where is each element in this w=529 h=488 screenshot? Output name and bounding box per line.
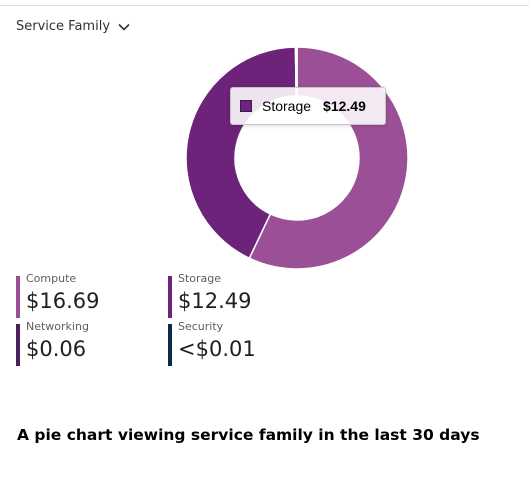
- legend-label: Networking: [26, 320, 89, 333]
- legend-color-bar: [168, 324, 172, 366]
- legend-item-compute[interactable]: Compute $16.69: [16, 272, 100, 318]
- legend-value: $16.69: [26, 289, 100, 313]
- chart-caption: A pie chart viewing service family in th…: [17, 426, 480, 444]
- legend-item-security[interactable]: Security <$0.01: [168, 320, 256, 366]
- legend-label: Security: [178, 320, 224, 333]
- legend-color-bar: [16, 324, 20, 366]
- tooltip-swatch: [240, 100, 252, 112]
- legend-label: Compute: [26, 272, 77, 285]
- legend-value: $12.49: [178, 289, 252, 313]
- legend-color-bar: [168, 276, 172, 318]
- legend-color-bar: [16, 276, 20, 318]
- legend-item-storage[interactable]: Storage $12.49: [168, 272, 252, 318]
- legend-value: <$0.01: [178, 337, 256, 361]
- tooltip-label: Storage: [262, 98, 312, 114]
- donut-chart: [185, 46, 409, 270]
- legend-item-networking[interactable]: Networking $0.06: [16, 320, 89, 366]
- tooltip-value: $12.49: [323, 98, 366, 114]
- chart-tooltip: Storage $12.49: [230, 87, 386, 125]
- legend-label: Storage: [178, 272, 222, 285]
- legend-value: $0.06: [26, 337, 87, 361]
